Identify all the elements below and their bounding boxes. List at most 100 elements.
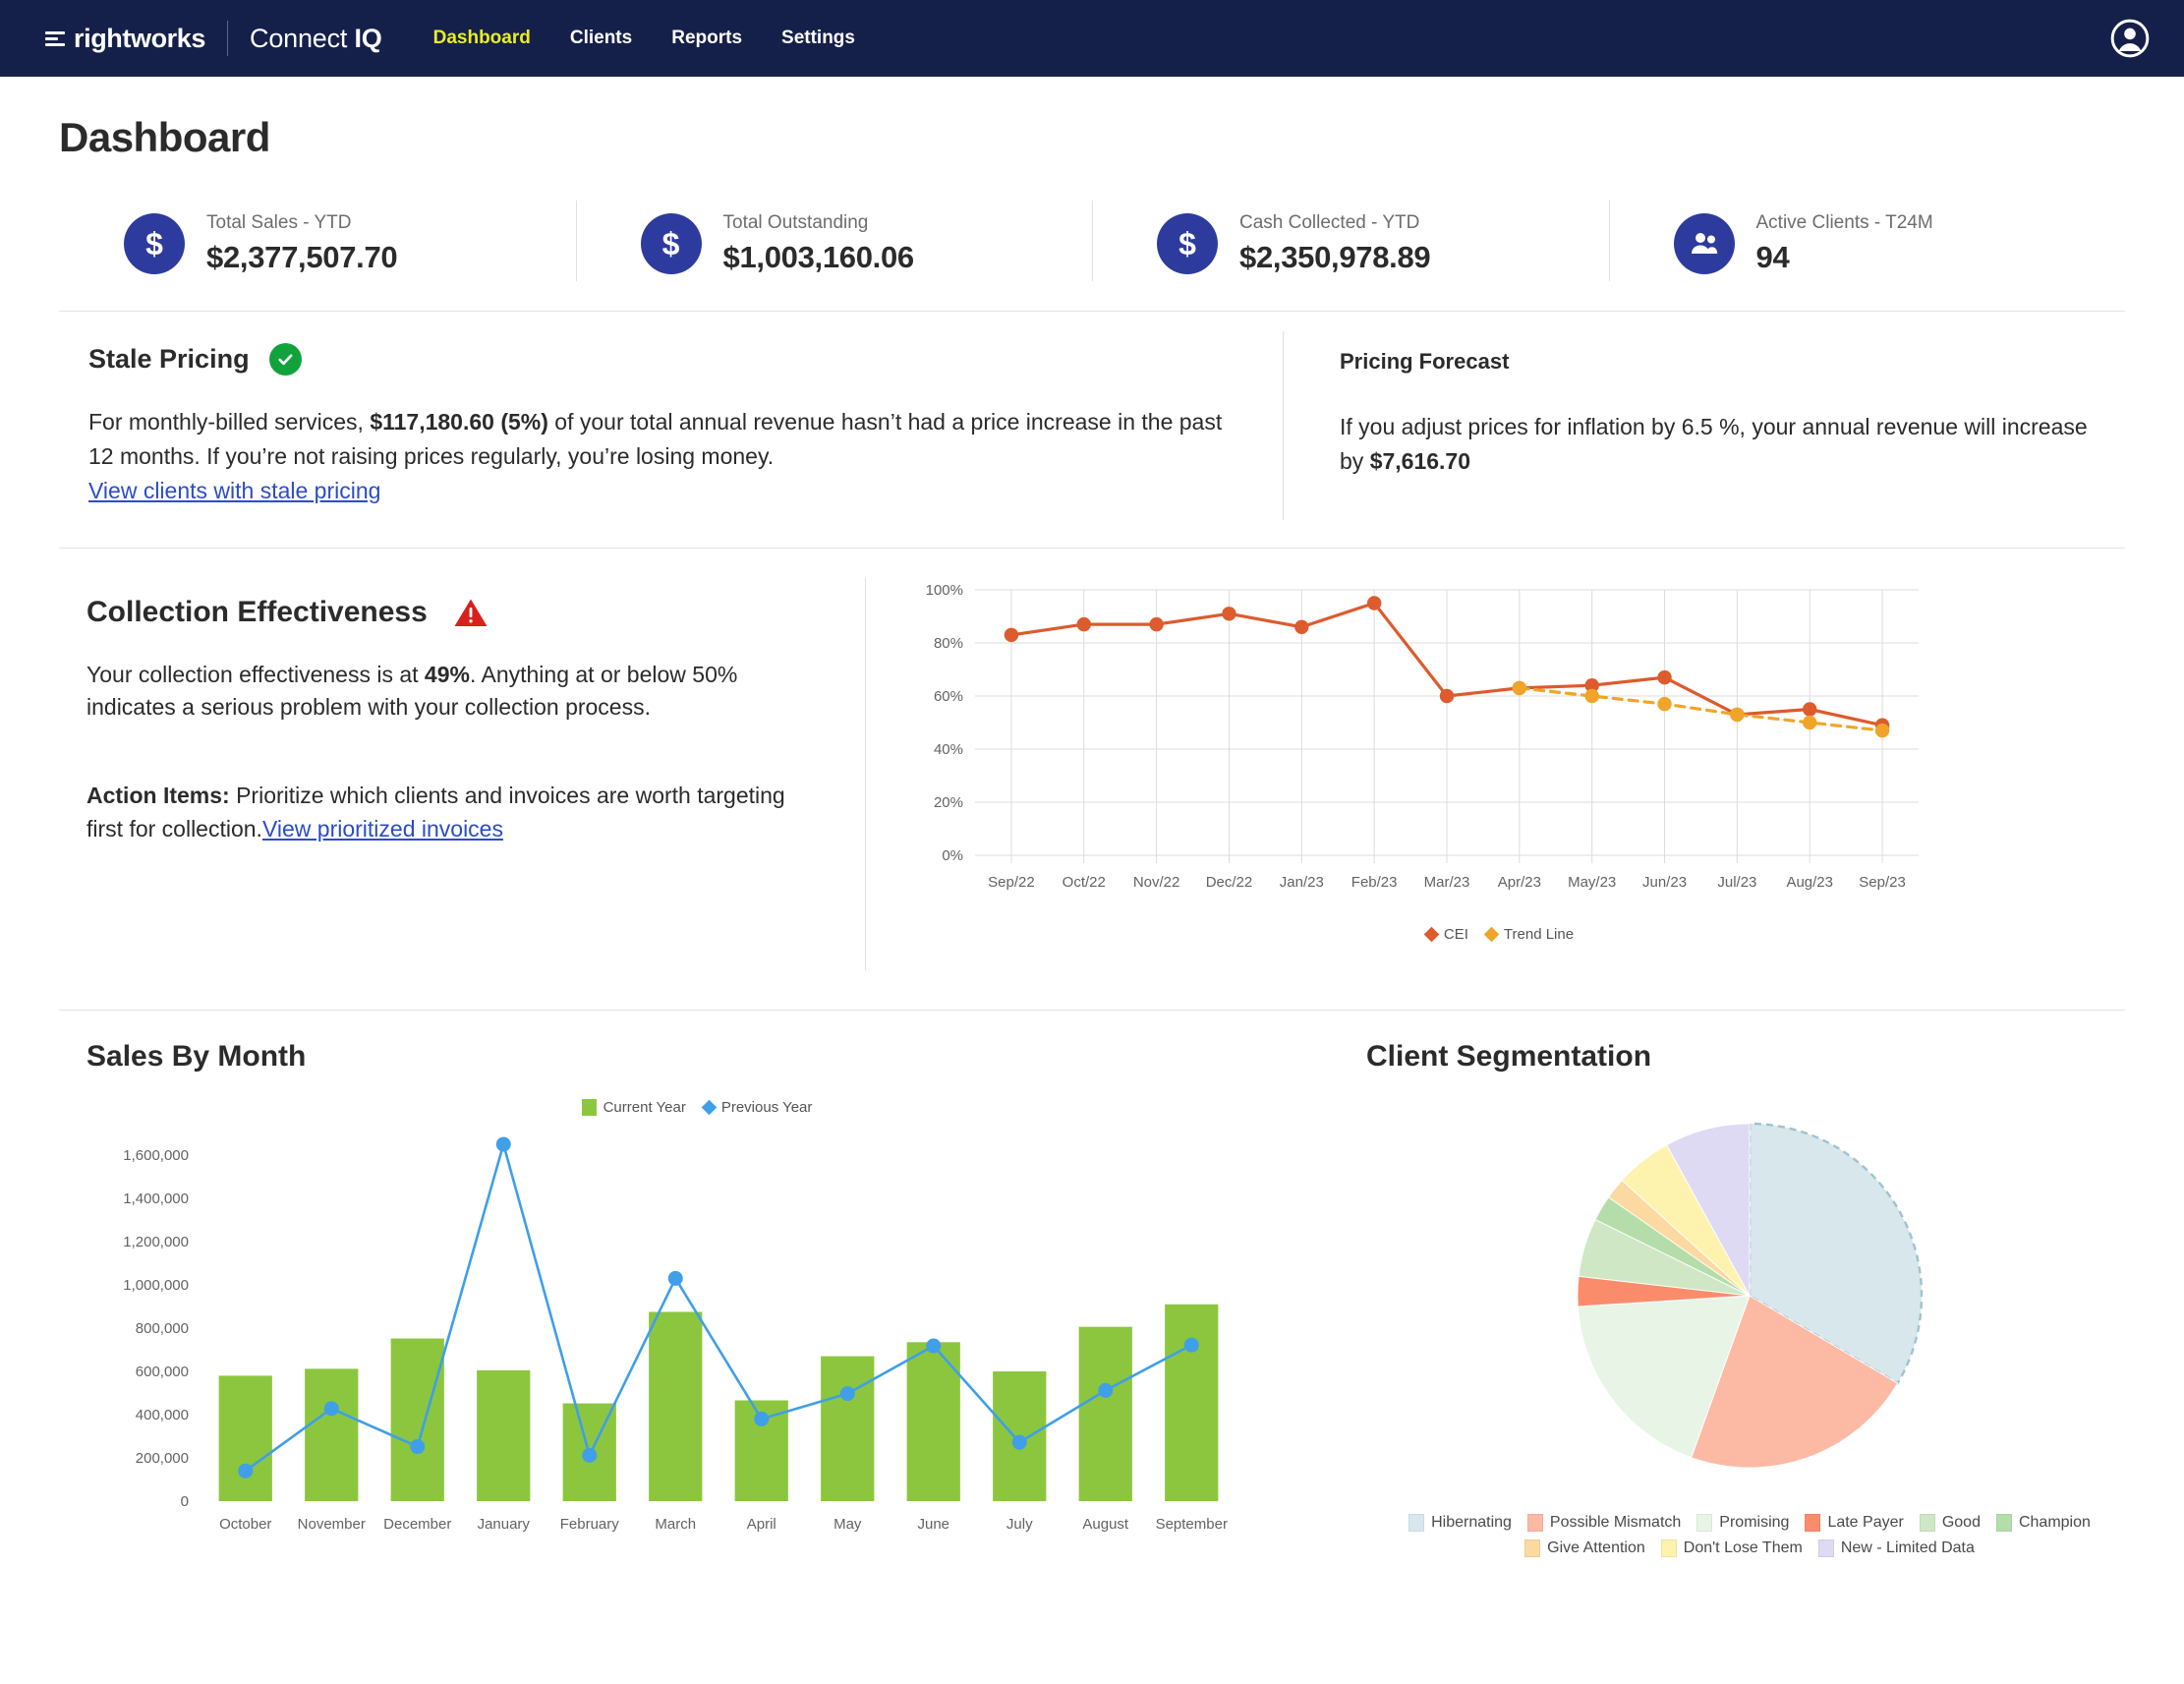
legend-label: Hibernating [1431, 1514, 1512, 1532]
x-axis-tick: December [383, 1516, 451, 1533]
legend-swatch-icon [1805, 1514, 1820, 1532]
nav-links: Dashboard Clients Reports Settings [433, 28, 855, 49]
trend-line-series-swatch-icon [1484, 927, 1500, 943]
y-axis-tick: 1,400,000 [123, 1190, 189, 1207]
y-axis-tick: 0% [942, 847, 963, 864]
data-point [410, 1439, 425, 1454]
collection-action-items: Action Items: Prioritize which clients a… [86, 780, 806, 845]
collection-effectiveness-title: Collection Effectiveness [86, 596, 428, 629]
legend-item: Promising [1696, 1514, 1789, 1532]
data-point [324, 1401, 339, 1416]
x-axis-tick: Aug/23 [1786, 874, 1833, 891]
product-name-prefix: Connect [250, 24, 354, 53]
stale-pricing-text-1: For monthly-billed services, [88, 409, 370, 435]
y-axis-tick: 600,000 [136, 1364, 189, 1380]
collection-effectiveness-summary: Your collection effectiveness is at 49%.… [86, 659, 806, 725]
legend-label: Late Payer [1827, 1514, 1903, 1532]
data-point [496, 1136, 511, 1151]
bar [649, 1311, 702, 1501]
legend-label: Good [1942, 1514, 1981, 1532]
brand-logo[interactable]: rightworks [45, 24, 205, 54]
stale-pricing-title: Stale Pricing [88, 344, 250, 375]
warning-triangle-icon [453, 596, 489, 628]
legend-label: CEI [1444, 926, 1468, 943]
legend-item: Possible Mismatch [1527, 1514, 1681, 1532]
y-axis-tick: 20% [934, 794, 963, 811]
action-items-label: Action Items: [86, 783, 230, 808]
user-circle-icon[interactable] [2109, 18, 2151, 59]
legend-item-trend-line: Trend Line [1486, 926, 1574, 943]
data-point [1657, 670, 1671, 684]
bar [821, 1356, 874, 1500]
data-point [1440, 689, 1454, 703]
legend-item-current-year: Current Year [582, 1099, 686, 1116]
kpi-row: $ Total Sales - YTD $2,377,507.70 $ Tota… [59, 197, 2125, 312]
view-stale-pricing-link[interactable]: View clients with stale pricing [88, 478, 380, 503]
kpi-value: 94 [1756, 240, 1933, 275]
x-axis-tick: June [917, 1516, 949, 1533]
insight-row: Stale Pricing For monthly-billed service… [59, 312, 2125, 549]
data-point [582, 1448, 597, 1463]
legend-swatch-icon [1818, 1539, 1834, 1557]
legend-label: Trend Line [1504, 926, 1574, 943]
nav-link-settings[interactable]: Settings [781, 28, 855, 49]
x-axis-tick: Mar/23 [1424, 874, 1470, 891]
series-line [246, 1144, 1192, 1471]
data-point [1005, 628, 1018, 642]
legend-label: Possible Mismatch [1550, 1514, 1681, 1532]
data-point [1367, 596, 1381, 610]
legend-item: Don't Lose Them [1661, 1539, 1803, 1557]
x-axis-tick: February [560, 1516, 620, 1533]
legend-label: Promising [1719, 1514, 1789, 1532]
page-title: Dashboard [20, 114, 2125, 161]
legend-swatch-icon [1408, 1514, 1424, 1532]
client-segmentation-card: Client Segmentation HibernatingPossible … [1307, 1040, 2133, 1558]
stale-pricing-card: Stale Pricing For monthly-billed service… [59, 312, 1283, 548]
previous-year-swatch-icon [702, 1100, 718, 1116]
legend-label: Don't Lose Them [1684, 1539, 1803, 1557]
dollar-icon: $ [1157, 213, 1218, 274]
collection-effectiveness-row: Collection Effectiveness Your collection… [59, 549, 2125, 1011]
legend-item: Late Payer [1805, 1514, 1903, 1532]
collection-percent: 49% [425, 662, 470, 687]
x-axis-tick: November [298, 1516, 366, 1533]
kpi-label: Active Clients - T24M [1756, 212, 1933, 234]
product-name-suffix: IQ [355, 24, 382, 53]
view-prioritized-invoices-link[interactable]: View prioritized invoices [262, 816, 503, 842]
stale-pricing-body: For monthly-billed services, $117,180.60… [88, 405, 1224, 508]
y-axis-tick: 400,000 [136, 1407, 189, 1423]
pricing-forecast-body: If you adjust prices for inflation by 6.… [1340, 410, 2096, 479]
data-point [1077, 617, 1091, 631]
collection-text-1: Your collection effectiveness is at [86, 662, 425, 687]
x-axis-tick: Jan/23 [1280, 874, 1324, 891]
data-point [754, 1412, 769, 1426]
data-point [1657, 697, 1671, 711]
kpi-cash-collected: $ Cash Collected - YTD $2,350,978.89 [1092, 197, 1609, 285]
y-axis-tick: 1,000,000 [123, 1277, 189, 1294]
rightworks-logo-icon [45, 31, 65, 46]
legend-item: Give Attention [1524, 1539, 1645, 1557]
kpi-label: Cash Collected - YTD [1239, 212, 1430, 234]
y-axis-tick: 1,600,000 [123, 1147, 189, 1164]
x-axis-tick: Sep/22 [988, 874, 1035, 891]
legend-swatch-icon [1527, 1514, 1543, 1532]
pricing-forecast-amount: $7,616.70 [1370, 448, 1470, 474]
x-axis-tick: April [747, 1516, 776, 1533]
y-axis-tick: 800,000 [136, 1320, 189, 1337]
kpi-total-outstanding: $ Total Outstanding $1,003,160.06 [576, 197, 1093, 285]
top-navbar: rightworks Connect IQ Dashboard Clients … [0, 0, 2184, 77]
kpi-label: Total Sales - YTD [206, 212, 397, 234]
sales-chart-legend: Current Year Previous Year [86, 1099, 1307, 1116]
legend-item-previous-year: Previous Year [704, 1099, 813, 1116]
legend-swatch-icon [1996, 1514, 2012, 1532]
x-axis-tick: Nov/22 [1133, 874, 1180, 891]
nav-link-dashboard[interactable]: Dashboard [433, 28, 531, 49]
nav-link-clients[interactable]: Clients [570, 28, 632, 49]
nav-link-reports[interactable]: Reports [671, 28, 742, 49]
collection-effectiveness-chart: 0%20%40%60%80%100%Sep/22Oct/22Nov/22Dec/… [904, 576, 1946, 930]
legend-label: Current Year [603, 1099, 686, 1116]
kpi-total-sales: $ Total Sales - YTD $2,377,507.70 [59, 197, 576, 285]
data-point [1875, 724, 1889, 737]
bar [1165, 1305, 1218, 1501]
collection-effectiveness-card: Collection Effectiveness Your collection… [59, 549, 865, 1010]
